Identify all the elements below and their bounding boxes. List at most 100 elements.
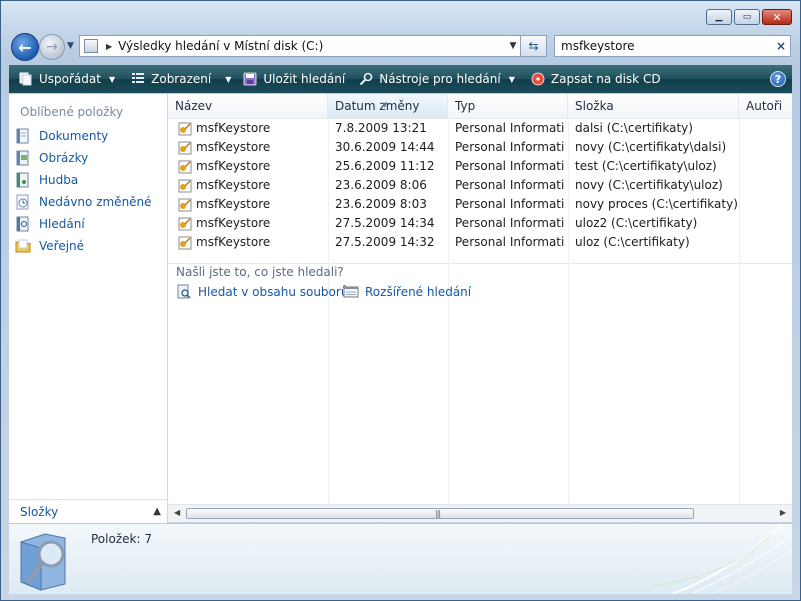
explorer-window: ▁ ▭ ✕ ← → ▼ ▶ Výsledky hledání v Místní …: [0, 0, 801, 601]
file-row[interactable]: msfKeystore 25.6.2009 11:12 Personal Inf…: [168, 157, 792, 176]
certificate-file-icon: [178, 141, 192, 154]
file-row[interactable]: msfKeystore 23.6.2009 8:03 Personal Info…: [168, 195, 792, 214]
sidebar-item-public[interactable]: Veřejné: [15, 237, 84, 255]
file-name: msfKeystore: [196, 178, 271, 192]
file-date: 27.5.2009 14:34: [335, 216, 435, 230]
refresh-button[interactable]: ⇆: [521, 35, 547, 57]
advanced-search-icon: [343, 284, 359, 300]
search-folder-icon: [20, 533, 66, 591]
column-header-date-modified[interactable]: Datum změny ▼: [328, 94, 448, 118]
file-folder: uloz (C:\certifikaty): [575, 235, 690, 249]
file-folder: test (C:\certifikaty\uloz): [575, 159, 717, 173]
forward-button[interactable]: →: [39, 34, 65, 60]
search-file-contents-label: Hledat v obsahu souborů: [198, 285, 349, 299]
advanced-search-label: Rozšířené hledání: [365, 285, 472, 299]
sidebar-item-label: Nedávno změněné: [39, 195, 152, 209]
file-name: msfKeystore: [196, 140, 271, 154]
file-row[interactable]: msfKeystore 23.6.2009 8:06 Personal Info…: [168, 176, 792, 195]
searches-icon: [15, 216, 31, 232]
folders-toggle[interactable]: Složky ▲: [9, 499, 167, 523]
file-date: 30.6.2009 14:44: [335, 140, 435, 154]
maximize-button[interactable]: ▭: [734, 9, 760, 25]
minimize-icon: ▁: [715, 11, 723, 22]
advanced-search-link[interactable]: Rozšířené hledání: [343, 284, 471, 300]
column-header-type[interactable]: Typ: [448, 94, 568, 118]
file-folder: novy (C:\certifikaty\uloz): [575, 178, 723, 192]
file-name-cell: msfKeystore: [177, 195, 329, 214]
save-search-icon: [243, 72, 257, 86]
column-header-authors[interactable]: Autoři: [739, 94, 792, 118]
address-dropdown-icon[interactable]: ▼: [506, 41, 520, 51]
file-name-cell: msfKeystore: [177, 233, 329, 252]
organize-icon: [19, 72, 33, 86]
minimize-button[interactable]: ▁: [706, 9, 732, 25]
grip-icon: |||: [435, 509, 441, 518]
column-header-folder[interactable]: Složka: [568, 94, 739, 118]
search-box[interactable]: ×: [554, 35, 791, 57]
file-date: 25.6.2009 11:12: [335, 159, 435, 173]
breadcrumb-separator-icon[interactable]: ▶: [106, 42, 112, 51]
scroll-thumb[interactable]: |||: [186, 508, 694, 519]
sidebar-item-music[interactable]: Hudba: [15, 171, 78, 189]
certificate-file-icon: [178, 179, 192, 192]
sidebar-item-label: Hledání: [39, 217, 85, 231]
forward-arrow-icon: →: [46, 39, 58, 55]
sidebar-item-label: Dokumenty: [39, 129, 109, 143]
file-row[interactable]: msfKeystore 30.6.2009 14:44 Personal Inf…: [168, 138, 792, 157]
burn-disc-icon: [531, 72, 545, 86]
sidebar-item-pictures[interactable]: Obrázky: [15, 149, 88, 167]
file-name: msfKeystore: [196, 197, 271, 211]
file-row[interactable]: msfKeystore 27.5.2009 14:34 Personal Inf…: [168, 214, 792, 233]
scroll-right-icon[interactable]: ▶: [780, 508, 786, 517]
navigation-pane: Oblíbené položky Dokumenty Obrázky Hudba…: [9, 94, 168, 522]
horizontal-scrollbar[interactable]: ◀ ||| ▶: [168, 504, 792, 522]
save-search-button[interactable]: Uložit hledání: [237, 65, 351, 93]
file-folder: novy proces (C:\certifikaty): [575, 197, 738, 211]
file-row[interactable]: msfKeystore 7.8.2009 13:21 Personal Info…: [168, 119, 792, 138]
recent-pages-dropdown[interactable]: ▼: [67, 41, 74, 51]
sidebar-item-documents[interactable]: Dokumenty: [15, 127, 108, 145]
back-arrow-icon: ←: [18, 37, 32, 57]
file-name: msfKeystore: [196, 235, 271, 249]
column-header-label: Datum změny: [335, 99, 420, 113]
clear-search-button[interactable]: ×: [772, 39, 790, 53]
sidebar-item-recent[interactable]: Nedávno změněné: [15, 193, 152, 211]
back-button[interactable]: ←: [11, 33, 39, 61]
file-name: msfKeystore: [196, 216, 271, 230]
file-row[interactable]: msfKeystore 27.5.2009 14:32 Personal Inf…: [168, 233, 792, 252]
file-name: msfKeystore: [196, 159, 271, 173]
folders-label: Složky: [20, 504, 59, 519]
sidebar-item-label: Hudba: [39, 173, 79, 187]
chevron-up-icon: ▲: [153, 506, 161, 517]
search-tools-label: Nástroje pro hledání: [379, 72, 501, 86]
address-path[interactable]: Výsledky hledání v Místní disk (C:): [118, 39, 506, 53]
file-type: Personal Informati...: [455, 121, 565, 135]
search-file-contents-link[interactable]: Hledat v obsahu souborů: [176, 284, 348, 300]
search-contents-icon: [176, 284, 192, 300]
results-pane: Název Datum změny ▼ Typ Složka Autoři ms…: [168, 94, 792, 522]
sidebar-item-searches[interactable]: Hledání: [15, 215, 85, 233]
file-type: Personal Informati...: [455, 159, 565, 173]
file-name-cell: msfKeystore: [177, 214, 329, 233]
caption-buttons: ▁ ▭ ✕: [706, 9, 792, 25]
views-button[interactable]: Zobrazení ▼: [125, 65, 237, 93]
certificate-file-icon: [178, 160, 192, 173]
address-bar[interactable]: ▶ Výsledky hledání v Místní disk (C:) ▼: [79, 35, 521, 57]
organize-button[interactable]: Uspořádat ▼: [13, 65, 121, 93]
help-button[interactable]: ?: [770, 71, 786, 87]
file-name: msfKeystore: [196, 121, 271, 135]
scroll-left-icon[interactable]: ◀: [174, 508, 180, 517]
file-folder: dalsi (C:\certifikaty): [575, 121, 693, 135]
burn-cd-button[interactable]: Zapsat na disk CD: [525, 65, 667, 93]
file-type: Personal Informati...: [455, 235, 565, 249]
pictures-icon: [15, 150, 31, 166]
certificate-file-icon: [178, 122, 192, 135]
recent-icon: [15, 194, 31, 210]
close-icon: ✕: [772, 10, 782, 24]
command-bar: Uspořádat ▼ Zobrazení ▼ Uložit hledání N…: [9, 65, 792, 93]
close-button[interactable]: ✕: [762, 9, 792, 25]
file-date: 27.5.2009 14:32: [335, 235, 435, 249]
search-tools-button[interactable]: Nástroje pro hledání ▼: [353, 65, 521, 93]
search-input[interactable]: [561, 39, 772, 53]
column-header-name[interactable]: Název: [168, 94, 328, 118]
